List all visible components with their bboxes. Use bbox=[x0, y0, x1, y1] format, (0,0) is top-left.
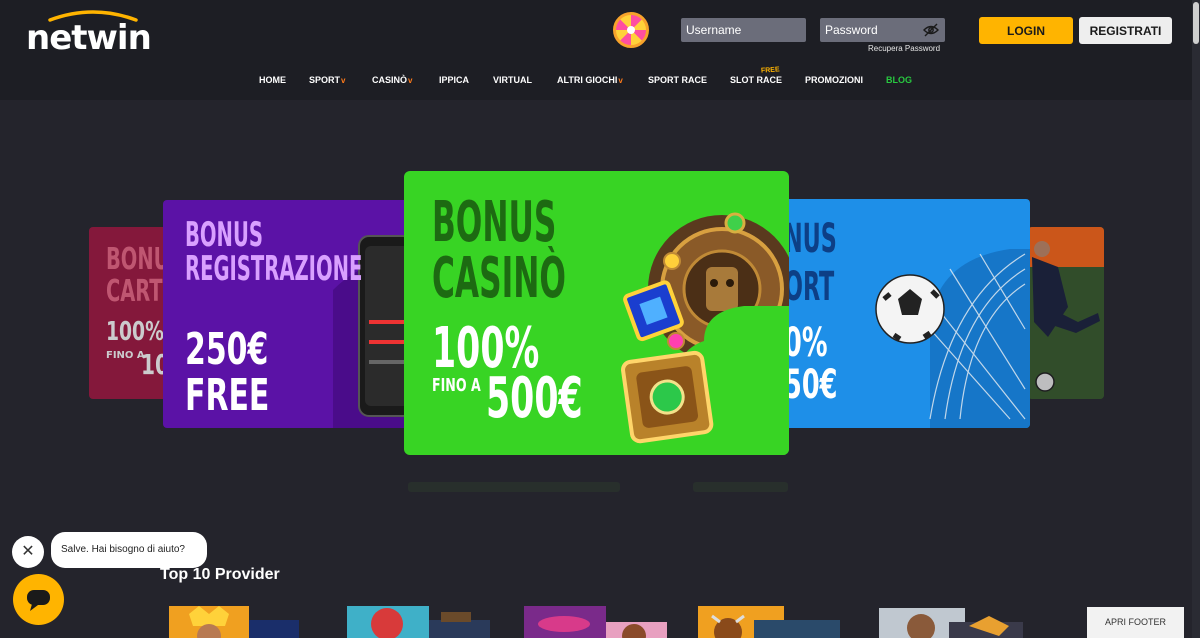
free-badge: FREE bbox=[760, 66, 780, 75]
nav-item-slot-race[interactable]: SLOT RACE bbox=[730, 75, 782, 85]
nav-item-ippica[interactable]: IPPICA bbox=[439, 75, 469, 85]
nav-label: SLOT RACE bbox=[730, 75, 783, 85]
carousel-reflection bbox=[693, 482, 788, 492]
nav-label: CASINÒ bbox=[372, 75, 408, 85]
banner-title: NUS bbox=[784, 216, 837, 262]
nav-item-home[interactable]: HOME bbox=[259, 75, 286, 85]
banner-dim-overlay bbox=[1028, 227, 1104, 399]
nav-label: SPORT RACE bbox=[648, 75, 708, 85]
nav-label: SPORT bbox=[309, 75, 341, 85]
banner-title: CASINÒ bbox=[432, 246, 566, 311]
recover-password-link[interactable]: Recupera Password bbox=[868, 44, 940, 53]
nav-item-virtual[interactable]: VIRTUAL bbox=[493, 75, 532, 85]
register-button[interactable]: REGISTRATI bbox=[1079, 17, 1172, 44]
nav-label: ALTRI GIOCHI bbox=[557, 75, 618, 85]
banner-value-label: FINO A bbox=[432, 375, 481, 396]
banner-sport-player[interactable] bbox=[1028, 227, 1104, 399]
provider-thumbnail bbox=[169, 606, 299, 638]
football-net-image bbox=[875, 249, 1030, 428]
banner-title: REGISTRAZIONE bbox=[185, 249, 363, 289]
nav-label: IPPICA bbox=[439, 75, 470, 85]
logo-text: netwin bbox=[26, 18, 152, 58]
username-input[interactable] bbox=[681, 18, 806, 42]
chat-greeting-text: Salve. Hai bisogno di aiuto? bbox=[61, 544, 185, 555]
fortune-wheel-icon[interactable] bbox=[613, 12, 649, 48]
scrollbar-thumb[interactable] bbox=[1193, 2, 1199, 44]
banner-bonus-casino[interactable]: BONUS CASINÒ 100% FINO A 500€ bbox=[404, 171, 789, 455]
banner-title: BONUS bbox=[432, 190, 557, 255]
banner-bonus-registrazione[interactable]: BONUS REGISTRAZIONE 250€ FREE bbox=[163, 200, 413, 428]
chat-greeting-bubble[interactable]: Salve. Hai bisogno di aiuto? bbox=[51, 532, 207, 568]
section-title-top-providers: Top 10 Provider bbox=[160, 566, 280, 583]
nav-label: PROMOZIONI bbox=[805, 75, 863, 85]
password-field bbox=[820, 18, 945, 42]
nav-item-altri-giochi[interactable]: ALTRI GIOCHIv bbox=[557, 75, 623, 85]
chevron-down-icon: v bbox=[408, 76, 413, 85]
chat-close-button[interactable]: ✕ bbox=[12, 536, 44, 568]
provider-card[interactable] bbox=[524, 602, 667, 638]
provider-card[interactable] bbox=[347, 602, 490, 638]
banner-bonus-sport[interactable]: NUS ORT 0% 50€ bbox=[780, 199, 1030, 428]
banner-value: 0% bbox=[784, 320, 828, 366]
banner-title: ORT bbox=[784, 264, 835, 310]
nav-label: VIRTUAL bbox=[493, 75, 532, 85]
scrollbar[interactable] bbox=[1192, 0, 1200, 638]
nav-item-promozioni[interactable]: PROMOZIONI bbox=[805, 75, 863, 85]
site-header: netwin Recupera Password LOGIN REGISTRAT… bbox=[0, 0, 1200, 100]
nav-item-sport-race[interactable]: SPORT RACE bbox=[648, 75, 707, 85]
provider-thumbnail bbox=[347, 606, 490, 638]
chevron-down-icon: v bbox=[618, 76, 623, 85]
banner-value: 250€ bbox=[185, 324, 269, 375]
login-button[interactable]: LOGIN bbox=[979, 17, 1073, 44]
main-nav: HOME SPORTv CASINÒv IPPICA VIRTUAL ALTRI… bbox=[0, 70, 1200, 92]
nav-label: HOME bbox=[259, 75, 286, 85]
banner-value: 500€ bbox=[486, 366, 583, 431]
banner-title: BONUS bbox=[185, 215, 263, 255]
nav-label: BLOG bbox=[886, 75, 912, 85]
provider-thumbnail bbox=[698, 606, 840, 638]
banner-value: FREE bbox=[185, 370, 270, 421]
eye-off-icon[interactable] bbox=[923, 23, 939, 37]
netwin-logo[interactable]: netwin bbox=[26, 8, 162, 56]
nav-item-casino[interactable]: CASINÒv bbox=[372, 75, 412, 85]
chevron-down-icon: v bbox=[341, 76, 346, 85]
aztec-treasure-image bbox=[621, 212, 789, 455]
banner-value: 50€ bbox=[784, 362, 838, 408]
carousel-reflection bbox=[408, 482, 620, 492]
banner-dim-overlay bbox=[89, 227, 169, 399]
banner-bonus-carta[interactable]: BONU CART 100% FINO A 10 bbox=[89, 227, 169, 399]
nav-item-sport[interactable]: SPORTv bbox=[309, 75, 345, 85]
provider-card[interactable] bbox=[879, 602, 1023, 638]
provider-card[interactable] bbox=[698, 602, 840, 638]
provider-thumbnail bbox=[524, 606, 667, 638]
nav-item-blog[interactable]: BLOG bbox=[886, 75, 912, 85]
chat-bubble-icon bbox=[27, 590, 50, 611]
chat-launcher-button[interactable] bbox=[13, 574, 64, 625]
provider-card[interactable] bbox=[169, 602, 299, 638]
open-footer-button[interactable]: APRI FOOTER bbox=[1087, 607, 1184, 638]
provider-thumbnail bbox=[879, 608, 1023, 638]
